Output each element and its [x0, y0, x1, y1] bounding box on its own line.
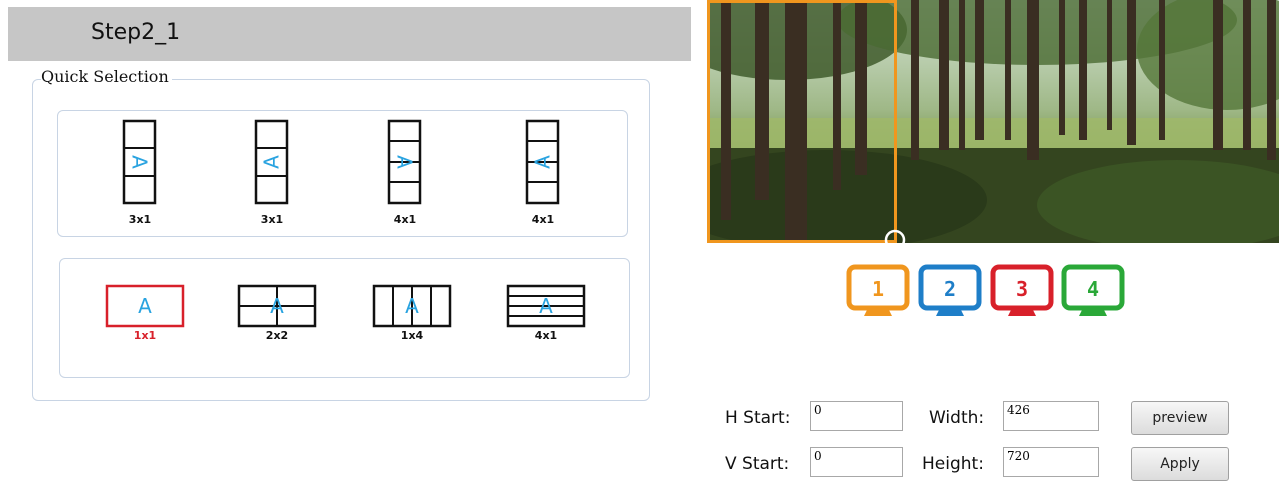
layout-2x2-icon: A: [237, 284, 317, 328]
monitor-number: 4: [1087, 277, 1099, 301]
quick-selection-legend: Quick Selection: [41, 67, 172, 86]
preset-glyph: A: [393, 155, 417, 169]
preset-2x2[interactable]: A 2x2: [237, 283, 317, 349]
width-label: Width:: [929, 408, 985, 428]
preview-button[interactable]: preview: [1131, 401, 1229, 435]
preset-glyph: A: [128, 155, 152, 169]
layout-1x1-icon: A: [105, 284, 185, 328]
h-start-input[interactable]: [810, 401, 903, 431]
preset-1x1[interactable]: A 1x1: [105, 283, 185, 349]
preset-glyph: A: [260, 155, 284, 169]
preset-label: 3x1: [128, 213, 152, 226]
v-start-input[interactable]: [810, 447, 903, 477]
width-input[interactable]: [1003, 401, 1099, 431]
monitor-3-button[interactable]: 3: [990, 264, 1054, 326]
height-label: Height:: [922, 454, 984, 474]
preset-4x1-horizontal[interactable]: A 4x1: [506, 283, 586, 349]
v-start-label: V Start:: [725, 454, 790, 474]
source-image-preview[interactable]: [707, 0, 1279, 243]
step-header: Step2_1: [8, 7, 691, 61]
forest-photo: [707, 0, 1279, 243]
preset-3x1-rotated-ccw[interactable]: A 3x1: [242, 119, 302, 231]
layout-4x1-vertical-icon: A: [387, 119, 422, 205]
preset-4x1-rotated-cw[interactable]: A 4x1: [375, 119, 435, 231]
monitor-number: 3: [1016, 277, 1028, 301]
layout-4x1-vertical-icon: A: [525, 119, 560, 205]
preset-label: 2x2: [265, 329, 289, 342]
preset-3x1-rotated-cw[interactable]: A 3x1: [110, 119, 170, 231]
preset-glyph: A: [270, 294, 284, 318]
layout-3x1-vertical-icon: A: [254, 119, 289, 205]
monitor-icon: 4: [1061, 264, 1125, 316]
preset-glyph: A: [539, 294, 553, 318]
layout-3x1-vertical-icon: A: [122, 119, 157, 205]
apply-button[interactable]: Apply: [1131, 447, 1229, 481]
h-start-label: H Start:: [725, 408, 791, 428]
preset-glyph: A: [138, 294, 152, 318]
preset-1x4[interactable]: A 1x4: [372, 283, 452, 349]
preset-label: 1x1: [133, 329, 157, 342]
preset-4x1-rotated-ccw[interactable]: A 4x1: [513, 119, 573, 231]
preset-label: 1x4: [400, 329, 424, 342]
monitor-number: 1: [872, 277, 884, 301]
preset-glyph: A: [405, 294, 419, 318]
height-input[interactable]: [1003, 447, 1099, 477]
monitor-icon: 3: [990, 264, 1054, 316]
layout-1x4-icon: A: [372, 284, 452, 328]
monitor-4-button[interactable]: 4: [1061, 264, 1125, 326]
monitor-1-button[interactable]: 1: [846, 264, 910, 326]
monitor-icon: 2: [918, 264, 982, 316]
preset-label: 4x1: [534, 329, 558, 342]
layout-4x1-horizontal-icon: A: [506, 284, 586, 328]
preset-label: 4x1: [393, 213, 417, 226]
monitor-number: 2: [944, 277, 956, 301]
monitor-2-button[interactable]: 2: [918, 264, 982, 326]
preset-glyph: A: [531, 155, 555, 169]
preset-label: 3x1: [260, 213, 284, 226]
step-title: Step2_1: [91, 20, 181, 45]
monitor-icon: 1: [846, 264, 910, 316]
preset-label: 4x1: [531, 213, 555, 226]
